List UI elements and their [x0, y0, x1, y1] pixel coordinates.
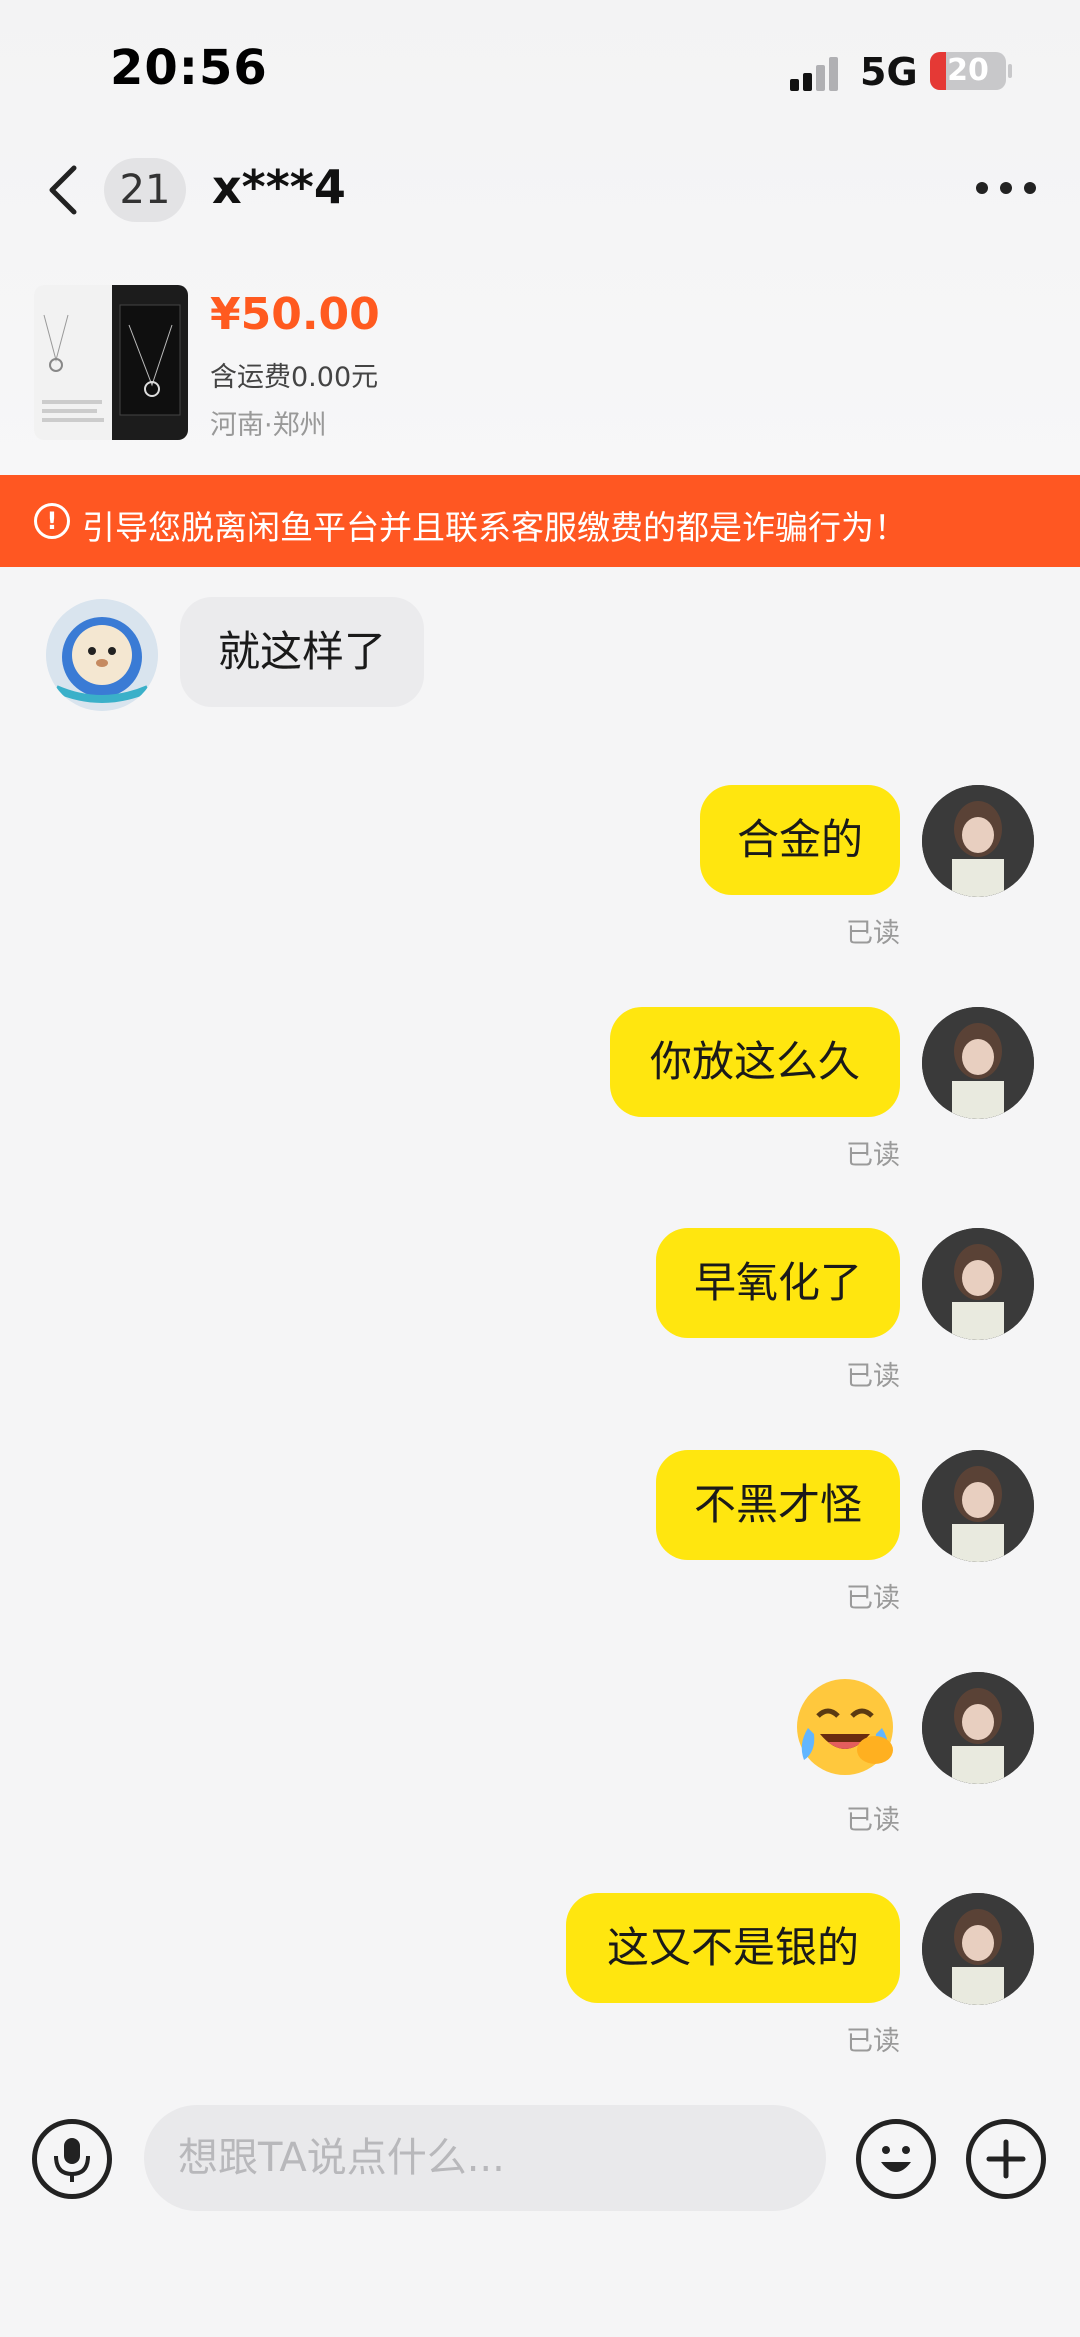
more-horizontal-icon[interactable] — [974, 176, 1038, 200]
header-area: 20:56 5G 20 21 x***4 ¥50.00 含运费0.00元 河南·… — [0, 0, 1080, 475]
warning-icon: ! — [34, 503, 70, 539]
laughing-crying-emoji[interactable] — [790, 1672, 900, 1782]
my-avatar[interactable] — [922, 1672, 1034, 1784]
microphone-icon[interactable] — [32, 2119, 112, 2199]
chat-title: x***4 — [212, 160, 346, 214]
product-location: 河南·郑州 — [210, 410, 327, 441]
read-receipt: 已读 — [846, 918, 900, 949]
read-receipt: 已读 — [846, 2026, 900, 2057]
read-receipt: 已读 — [846, 1805, 900, 1836]
message-bubble-me[interactable]: 早氧化了 — [656, 1228, 900, 1338]
other-avatar[interactable] — [46, 599, 158, 711]
warning-text: 引导您脱离闲鱼平台并且联系客服缴费的都是诈骗行为！ — [82, 508, 907, 547]
read-receipt: 已读 — [846, 1140, 900, 1171]
battery-icon: 20 — [930, 52, 1006, 90]
product-price: ¥50.00 — [210, 289, 380, 340]
my-avatar[interactable] — [922, 1007, 1034, 1119]
my-avatar[interactable] — [922, 785, 1034, 897]
fraud-warning-banner: ! 引导您脱离闲鱼平台并且联系客服缴费的都是诈骗行为！ — [0, 475, 1080, 567]
network-type: 5G — [860, 50, 918, 94]
message-bubble-me[interactable]: 合金的 — [700, 785, 900, 895]
read-receipt: 已读 — [846, 1361, 900, 1392]
product-shipping: 含运费0.00元 — [210, 362, 379, 393]
message-input[interactable] — [144, 2105, 826, 2211]
input-bar — [0, 2087, 1080, 2337]
chevron-left-icon[interactable] — [44, 162, 84, 218]
product-thumbnail[interactable] — [34, 285, 188, 440]
message-bubble-me[interactable]: 不黑才怪 — [656, 1450, 900, 1560]
message-bubble-me[interactable]: 这又不是银的 — [566, 1893, 900, 2003]
read-receipt: 已读 — [846, 1583, 900, 1614]
message-bubble-me[interactable]: 你放这么久 — [610, 1007, 900, 1117]
unread-count-badge[interactable]: 21 — [104, 158, 186, 222]
status-time: 20:56 — [110, 40, 268, 96]
smiley-icon[interactable] — [856, 2119, 936, 2199]
my-avatar[interactable] — [922, 1228, 1034, 1340]
product-card[interactable]: ¥50.00 含运费0.00元 河南·郑州 — [0, 275, 1080, 450]
status-bar: 20:56 5G 20 — [0, 0, 1080, 130]
my-avatar[interactable] — [922, 1893, 1034, 2005]
my-avatar[interactable] — [922, 1450, 1034, 1562]
battery-level: 20 — [947, 53, 989, 88]
nav-bar: 21 x***4 — [0, 140, 1080, 240]
chat-message-list[interactable]: 就这样了 合金的 已读 你放这么久 已读 早氧化了 已读 不黑才怪 已读 已读 … — [0, 567, 1080, 2087]
message-bubble-other[interactable]: 就这样了 — [180, 597, 424, 707]
plus-icon[interactable] — [966, 2119, 1046, 2199]
signal-icon — [790, 57, 842, 91]
battery-tip — [1008, 64, 1012, 78]
